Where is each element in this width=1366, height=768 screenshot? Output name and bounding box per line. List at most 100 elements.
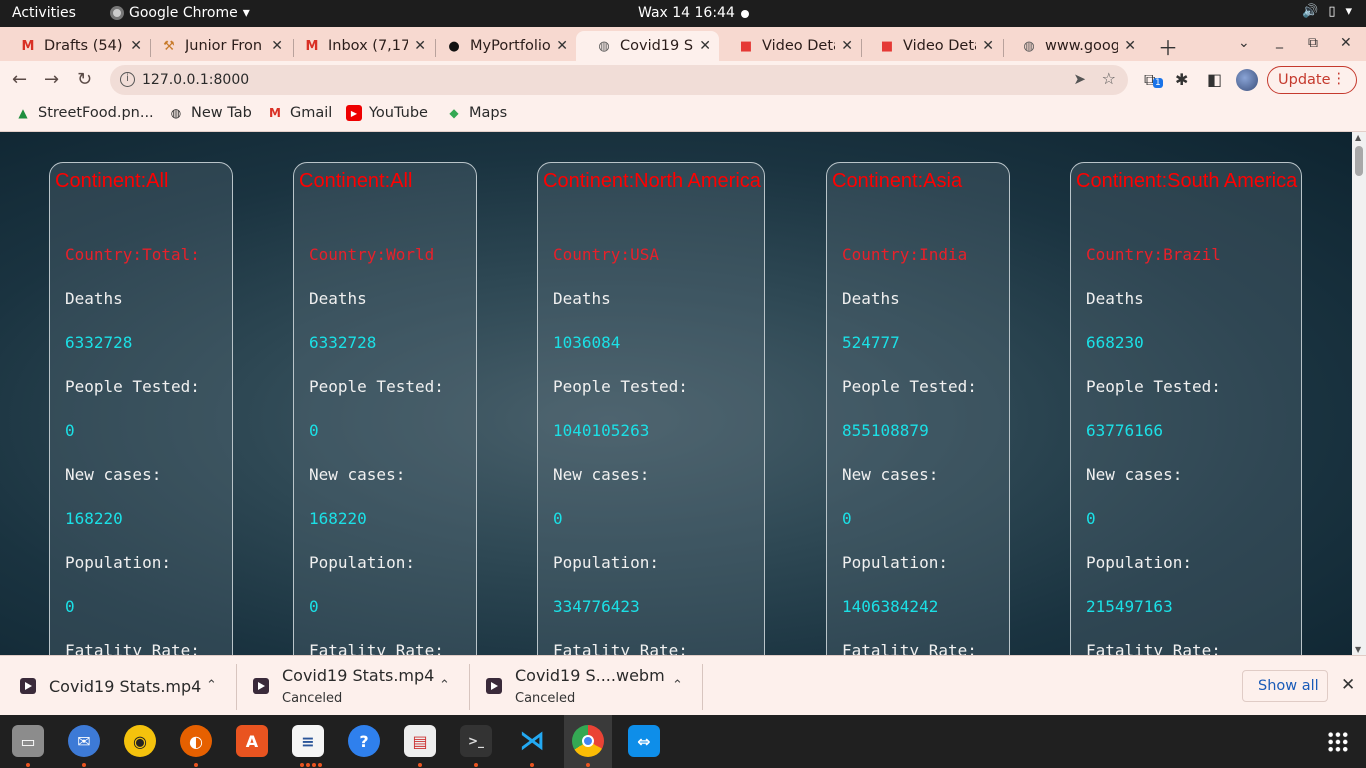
running-indicator [530, 763, 534, 767]
tab-myportfolio[interactable]: ● MyPortfolio ✕ [426, 31, 576, 61]
bookmark-maps[interactable]: ◆ Maps [446, 105, 507, 121]
bookmark-star-icon[interactable]: ☆ [1102, 69, 1116, 88]
population-value: 0 [309, 597, 319, 616]
bookmark-gmail[interactable]: M Gmail [267, 105, 332, 121]
fatality-rate-label: Fatality Rate: [553, 641, 688, 655]
close-icon[interactable]: ✕ [1341, 675, 1355, 695]
address-bar[interactable]: i 127.0.0.1:8000 ➤ ☆ [110, 65, 1128, 95]
running-indicator [586, 763, 590, 767]
close-icon[interactable]: ✕ [982, 38, 994, 54]
download-item[interactable]: Covid19 Stats.mp4 ⌃ [20, 656, 230, 716]
send-to-device-icon[interactable]: ➤ [1073, 70, 1086, 88]
screenshot-icon[interactable]: ▤ [404, 725, 436, 757]
scrollbar-thumb[interactable] [1355, 146, 1363, 176]
close-icon[interactable]: ✕ [271, 38, 283, 54]
app-menu[interactable]: Google Chrome ▾ [110, 5, 250, 21]
teamviewer-icon[interactable]: ⇔ [628, 725, 660, 757]
close-window-icon[interactable]: ✕ [1340, 35, 1352, 51]
profile-avatar[interactable] [1236, 69, 1258, 91]
files-icon[interactable]: ▭ [12, 725, 44, 757]
download-divider [469, 664, 470, 710]
running-indicator [312, 763, 316, 767]
chrome-icon[interactable] [572, 725, 604, 757]
terminal-icon[interactable]: >_ [460, 725, 492, 757]
show-all-button[interactable]: Show all [1242, 670, 1328, 702]
close-icon[interactable]: ✕ [556, 38, 568, 54]
stats-card: Continent:South America Country:Brazil D… [1070, 162, 1302, 655]
update-label: Update [1278, 72, 1331, 88]
continent-label: Continent:North America [543, 170, 761, 192]
bookmark-streetfood[interactable]: ▲ StreetFood.pn... [15, 105, 153, 121]
tab-inbox[interactable]: M Inbox (7,17 ✕ [284, 31, 434, 61]
country-label: Country:USA [553, 245, 659, 264]
video-file-icon [253, 678, 269, 694]
scroll-up-icon[interactable]: ▲ [1355, 133, 1361, 142]
new-cases-label: New cases: [842, 465, 939, 484]
chevron-up-icon[interactable]: ⌃ [206, 678, 217, 693]
close-icon[interactable]: ✕ [1124, 38, 1136, 54]
continent-label: Continent:Asia [832, 170, 963, 192]
tab-junior-frontend[interactable]: ⚒ Junior Fron ✕ [141, 31, 291, 61]
update-button[interactable]: Update ⋮ [1267, 66, 1357, 94]
page-scrollbar[interactable]: ▲ ▼ [1352, 132, 1366, 655]
tested-value: 0 [65, 421, 75, 440]
download-item[interactable]: Covid19 Stats.mp4 Canceled ⌃ [253, 656, 458, 716]
back-arrow-icon[interactable]: ← [12, 69, 27, 90]
tab-www-google[interactable]: ◍ www.goog ✕ [1001, 31, 1144, 61]
rhythmbox-icon[interactable]: ◉ [124, 725, 156, 757]
extension-icon[interactable]: ⧉ 1 [1144, 70, 1163, 90]
system-top-bar: Activities Google Chrome ▾ Wax 14 16:44 … [0, 0, 1366, 27]
continent-label: Continent:South America [1076, 170, 1298, 192]
help-icon[interactable]: ? [348, 725, 380, 757]
running-indicator [474, 763, 478, 767]
restore-icon[interactable]: ⧉ [1308, 35, 1318, 51]
tab-drafts[interactable]: M Drafts (54) ✕ [0, 31, 150, 61]
tab-video-details-2[interactable]: ■ Video Deta ✕ [859, 31, 1002, 61]
firefox-icon[interactable]: ◐ [180, 725, 212, 757]
close-icon[interactable]: ✕ [699, 38, 711, 54]
download-status: Canceled [282, 691, 343, 706]
chevron-up-icon[interactable]: ⌃ [439, 678, 450, 693]
scroll-down-icon[interactable]: ▼ [1355, 645, 1361, 654]
globe-icon: ◍ [598, 38, 610, 54]
reload-icon[interactable]: ↻ [77, 69, 92, 90]
chevron-up-icon[interactable]: ⌃ [672, 678, 683, 693]
chevron-down-icon: ▾ [242, 5, 250, 21]
thunderbird-icon[interactable]: ✉ [68, 725, 100, 757]
app-menu-label: Google Chrome [129, 5, 238, 21]
activities-button[interactable]: Activities [12, 5, 76, 21]
tab-title: Video Deta [903, 38, 977, 54]
show-applications-icon[interactable] [1327, 731, 1349, 753]
text-editor-icon[interactable]: ≡ [292, 725, 324, 757]
system-tray[interactable]: 🔊 ▯ ▾ [1302, 4, 1352, 19]
tab-covid19-stats[interactable]: ◍ Covid19 Sta ✕ [576, 31, 719, 61]
hammer-icon: ⚒ [163, 38, 175, 54]
deaths-label: Deaths [65, 289, 123, 308]
vscode-icon[interactable]: ⋊ [516, 725, 548, 757]
page-content: Continent:All Country:Total: Deaths 6332… [0, 132, 1352, 655]
tab-video-details-1[interactable]: ■ Video Deta ✕ [718, 31, 861, 61]
new-tab-button[interactable]: ＋ [1158, 32, 1178, 61]
fatality-rate-label: Fatality Rate: [842, 641, 977, 655]
deaths-value: 6332728 [65, 333, 133, 352]
menu-dots-icon: ⋮ [1331, 71, 1347, 87]
url-text[interactable]: 127.0.0.1:8000 [142, 72, 249, 88]
fatality-rate-label: Fatality Rate: [65, 641, 200, 655]
bookmark-youtube[interactable]: ▶ YouTube [346, 105, 428, 121]
download-item[interactable]: Covid19 S....webm Canceled ⌃ [486, 656, 691, 716]
clock[interactable]: Wax 14 16:44 [638, 5, 735, 21]
software-center-icon[interactable]: A [236, 725, 268, 757]
bookmarks-bar: ▲ StreetFood.pn... ◍ New Tab M Gmail ▶ Y… [0, 99, 1366, 132]
country-label: Country:India [842, 245, 968, 264]
close-icon[interactable]: ✕ [841, 38, 853, 54]
minimize-icon[interactable]: _ [1276, 33, 1283, 49]
tab-search-icon[interactable]: ⌄ [1238, 35, 1250, 51]
site-info-icon[interactable]: i [120, 72, 135, 87]
puzzle-icon[interactable]: ✱ [1175, 70, 1188, 89]
tab-title: Inbox (7,17 [328, 38, 409, 54]
tested-label: People Tested: [553, 377, 688, 396]
bookmark-new-tab[interactable]: ◍ New Tab [168, 105, 252, 121]
close-icon[interactable]: ✕ [414, 38, 426, 54]
side-panel-icon[interactable]: ◧ [1207, 70, 1222, 89]
forward-arrow-icon[interactable]: → [44, 69, 59, 90]
